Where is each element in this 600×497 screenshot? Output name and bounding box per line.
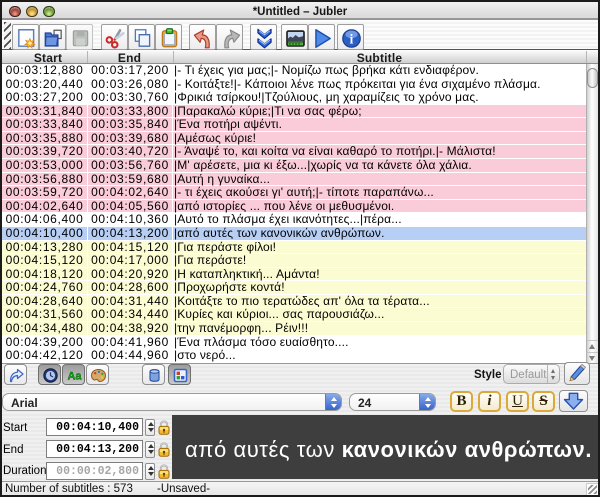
svg-text:i: i [349, 31, 353, 46]
svg-text:Aa: Aa [67, 370, 82, 382]
